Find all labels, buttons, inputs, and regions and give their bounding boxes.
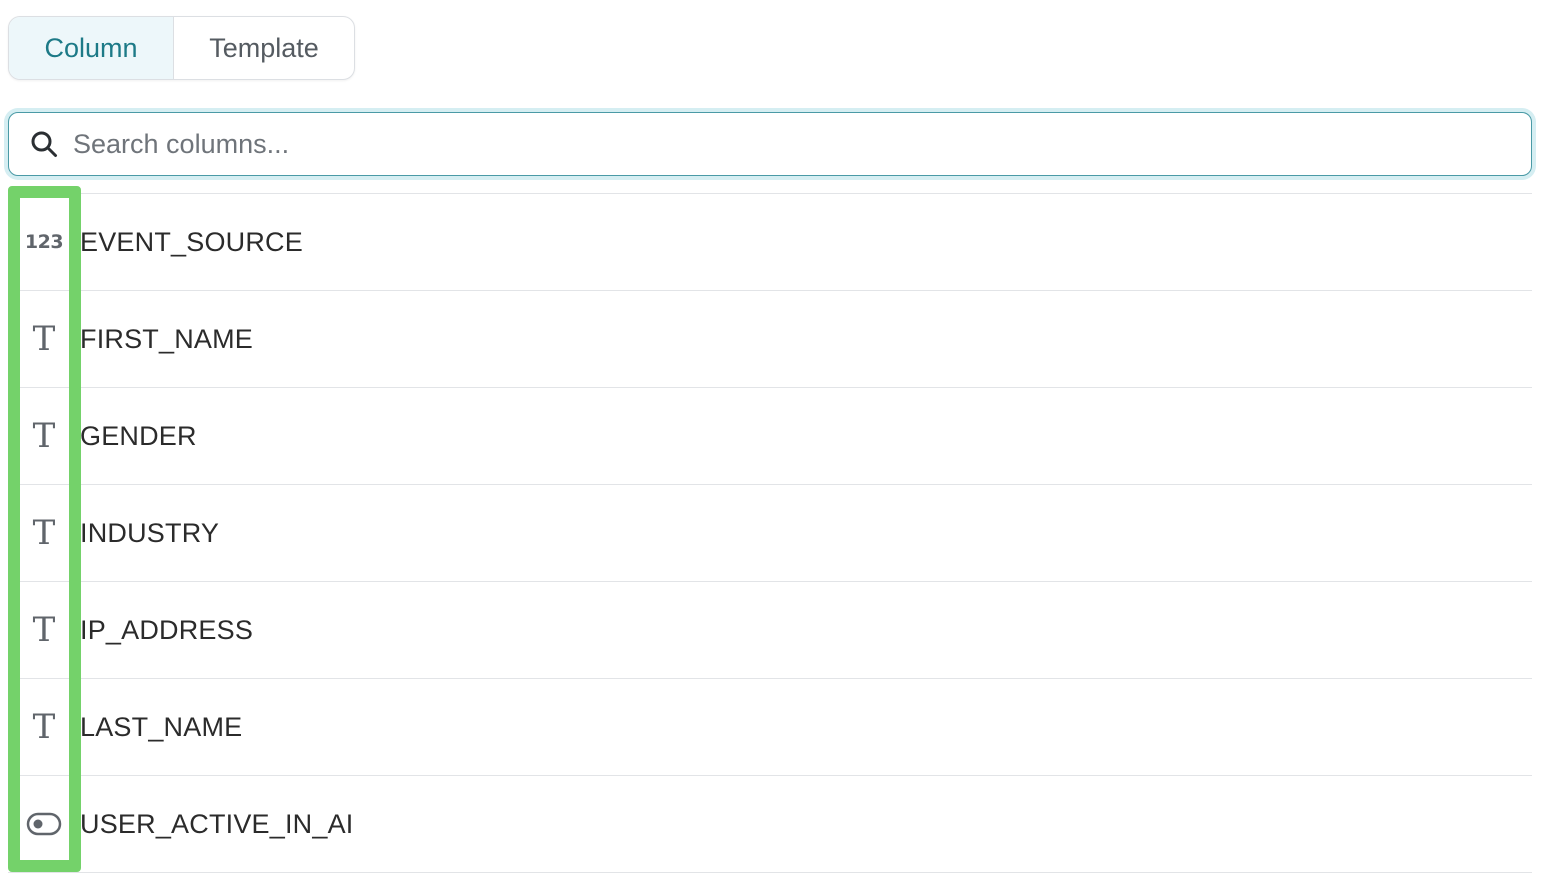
- column-name: LAST_NAME: [80, 711, 243, 742]
- column-name: USER_ACTIVE_IN_AI: [80, 808, 354, 839]
- column-name: EVENT_SOURCE: [80, 226, 303, 257]
- list-item[interactable]: T FIRST_NAME: [8, 290, 1532, 387]
- search-icon: [29, 129, 59, 159]
- list-item[interactable]: T LAST_NAME: [8, 678, 1532, 775]
- column-name: IP_ADDRESS: [80, 614, 254, 645]
- tab-column[interactable]: Column: [9, 17, 174, 79]
- column-name: INDUSTRY: [80, 517, 220, 548]
- list-item[interactable]: USER_ACTIVE_IN_AI: [8, 775, 1532, 873]
- text-type-icon: T: [32, 416, 56, 456]
- text-type-icon: T: [32, 319, 56, 359]
- list-item[interactable]: T INDUSTRY: [8, 484, 1532, 581]
- list-item[interactable]: 123 EVENT_SOURCE: [8, 193, 1532, 290]
- text-type-icon: T: [32, 513, 56, 553]
- tab-group: Column Template: [8, 16, 355, 80]
- column-name: GENDER: [80, 420, 197, 451]
- number-type-icon: 123: [24, 231, 64, 253]
- list-item[interactable]: T IP_ADDRESS: [8, 581, 1532, 678]
- text-type-icon: T: [32, 707, 56, 747]
- column-name: FIRST_NAME: [80, 323, 254, 354]
- list-item[interactable]: T GENDER: [8, 387, 1532, 484]
- text-type-icon: T: [32, 610, 56, 650]
- boolean-type-icon: [26, 806, 62, 842]
- tab-template[interactable]: Template: [174, 17, 354, 79]
- column-list: 123 EVENT_SOURCE T FIRST_NAME T GENDER T…: [8, 193, 1532, 873]
- search-input[interactable]: [73, 113, 1531, 175]
- search-box: [8, 112, 1532, 176]
